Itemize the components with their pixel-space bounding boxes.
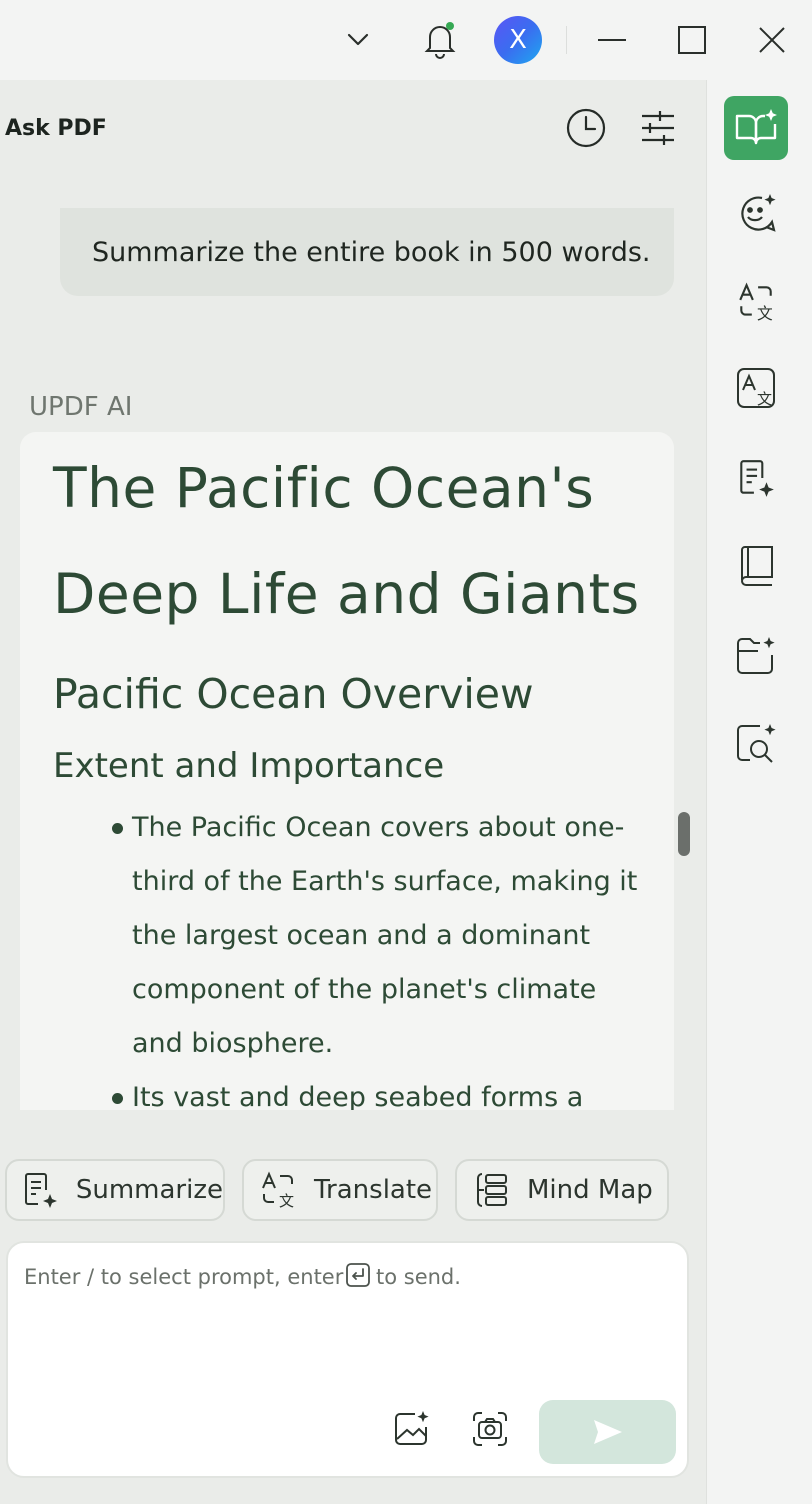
mind-map-icon	[469, 1168, 513, 1212]
minimize-icon[interactable]	[584, 12, 640, 68]
prompt-placeholder-part1: Enter / to select prompt, enter	[24, 1265, 344, 1289]
bullet-line: Its vast and deep seabed forms a	[132, 1082, 584, 1110]
answer-title-line2: Deep Life and Giants	[53, 562, 640, 626]
prompt-input[interactable]: Enter / to select prompt, enter to send.	[6, 1241, 689, 1478]
image-ai-icon[interactable]	[389, 1407, 433, 1451]
chat-ai-icon[interactable]	[724, 182, 788, 246]
close-icon[interactable]	[744, 12, 800, 68]
bullet-line: the largest ocean and a dominant	[132, 920, 591, 951]
bullet-line: component of the planet's climate	[132, 974, 597, 1005]
ai-answer-card: The Pacific Ocean's Deep Life and Giants…	[20, 432, 674, 1110]
bullet-dot	[112, 823, 123, 834]
summarize-button[interactable]: Summarize	[5, 1159, 225, 1221]
list-item: Its vast and deep seabed forms a	[132, 1071, 652, 1110]
prompt-placeholder-part2: to send.	[376, 1265, 461, 1289]
title-bar: X	[0, 0, 812, 80]
title-bar-divider	[566, 26, 567, 54]
bullet-line: The Pacific Ocean covers about one-	[132, 812, 625, 843]
translate-icon[interactable]: 文	[724, 270, 788, 334]
folder-ai-icon[interactable]	[724, 624, 788, 688]
svg-text:文: 文	[757, 304, 773, 323]
send-icon	[591, 1417, 625, 1447]
svg-text:文: 文	[279, 1192, 294, 1210]
mind-map-label: Mind Map	[527, 1175, 653, 1205]
answer-subsection-heading: Extent and Importance	[53, 746, 445, 786]
answer-title-line1: The Pacific Ocean's	[53, 456, 595, 520]
translate-label: Translate	[314, 1175, 433, 1205]
bullet-line: third of the Earth's surface, making it	[132, 866, 638, 897]
summarize-doc-icon[interactable]	[724, 446, 788, 510]
translate-button[interactable]: 文 Translate	[242, 1159, 438, 1221]
user-message-bubble: Summarize the entire book in 500 words.	[60, 208, 674, 296]
bullet-dot	[112, 1093, 123, 1104]
avatar-letter: X	[509, 25, 527, 55]
ai-sender-label: UPDF AI	[29, 392, 133, 422]
svg-text:文: 文	[757, 390, 772, 408]
sliders-icon[interactable]	[636, 106, 680, 150]
bell-icon[interactable]	[412, 12, 468, 68]
summarize-label: Summarize	[75, 1175, 223, 1205]
mind-map-button[interactable]: Mind Map	[455, 1159, 669, 1221]
ask-pdf-book-icon[interactable]	[724, 96, 788, 160]
send-button[interactable]	[539, 1400, 676, 1464]
maximize-icon[interactable]	[664, 12, 720, 68]
translate-doc-icon[interactable]: 文	[724, 356, 788, 420]
bullet-line: and biosphere.	[132, 1028, 334, 1059]
user-message-text: Summarize the entire book in 500 words.	[92, 236, 651, 268]
panel-title: Ask PDF	[5, 116, 107, 141]
enter-key-icon	[346, 1263, 370, 1287]
list-item: The Pacific Ocean covers about one- thir…	[132, 801, 652, 1071]
clock-icon[interactable]	[564, 106, 608, 150]
translate-icon: 文	[256, 1168, 300, 1212]
summarize-icon	[19, 1168, 62, 1212]
chevron-down-icon[interactable]	[330, 12, 386, 68]
search-ai-icon[interactable]	[724, 712, 788, 776]
answer-section-heading: Pacific Ocean Overview	[53, 670, 534, 718]
camera-icon[interactable]	[468, 1407, 512, 1451]
book-icon[interactable]	[724, 534, 788, 598]
avatar[interactable]: X	[494, 16, 542, 64]
chat-scrollbar-thumb[interactable]	[678, 812, 690, 856]
